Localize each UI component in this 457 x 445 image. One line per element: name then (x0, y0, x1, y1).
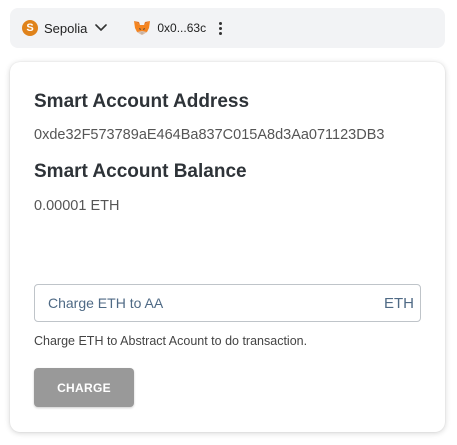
charge-eth-field: ETH (34, 284, 421, 322)
balance-title: Smart Account Balance (34, 161, 247, 182)
eth-unit-label: ETH (384, 294, 414, 312)
network-name: Sepolia (44, 20, 88, 36)
chevron-down-icon (95, 24, 108, 32)
charge-button[interactable]: CHARGE (34, 368, 134, 407)
account-selector[interactable]: 0x0...63c (133, 20, 206, 36)
address-value: 0xde32F573789aE464Ba837C015A8d3Aa071123D… (34, 127, 385, 143)
kebab-menu-icon[interactable] (216, 20, 224, 36)
account-address: 0x0...63c (157, 21, 207, 35)
address-title: Smart Account Address (34, 91, 250, 112)
network-selector[interactable]: S Sepolia (22, 20, 108, 36)
smart-account-card: Smart Account Address 0xde32F573789aE464… (10, 62, 445, 432)
charge-eth-input[interactable] (35, 285, 384, 321)
top-bar: S Sepolia 0x0...63c (10, 8, 445, 48)
charge-helper-text: Charge ETH to Abstract Acount to do tran… (34, 334, 308, 348)
metamask-fox-icon (133, 20, 151, 36)
balance-value: 0.00001 ETH (34, 198, 120, 214)
network-badge-icon: S (22, 20, 38, 36)
